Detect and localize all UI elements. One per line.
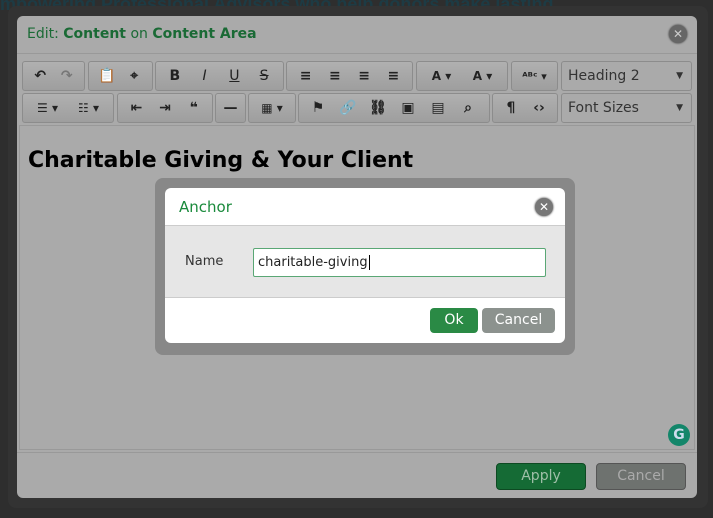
font-size-select[interactable]: Font Sizes ▼ — [561, 93, 692, 123]
text-color-button[interactable]: A ▾ — [421, 69, 462, 83]
show-blocks-button[interactable]: ¶ — [497, 100, 525, 116]
title-on: on — [126, 26, 153, 42]
paste-text-button[interactable]: 📋 — [93, 68, 121, 84]
align-center-button[interactable]: ≡ — [320, 68, 349, 84]
apply-button[interactable]: Apply — [496, 463, 586, 490]
indent-group: ⇤ ⇥ ❝ — [117, 93, 213, 123]
format-select-value: Heading 2 — [568, 68, 640, 84]
anchor-dialog: Anchor ✕ Name charitable-giving Ok Cance… — [165, 188, 565, 343]
bold-button[interactable]: B — [160, 68, 190, 84]
toolbar-row-1: ↶ ↷ 📋 ⌖ B I U S ≡ ≡ ≡ ≡ A ▾ A ▾ ᴬᴮᶜ ▾ He… — [21, 61, 693, 91]
view-group: ¶ ‹› — [492, 93, 558, 123]
title-area: Content Area — [152, 26, 257, 42]
table-button[interactable]: ▦ ▾ — [253, 101, 291, 115]
anchor-dialog-body: Name charitable-giving — [165, 226, 565, 298]
align-left-button[interactable]: ≡ — [291, 68, 320, 84]
color-group: A ▾ A ▾ — [416, 61, 508, 91]
cancel-button[interactable]: Cancel — [596, 463, 686, 490]
spellcheck-button[interactable]: ᴬᴮᶜ ▾ — [516, 70, 553, 83]
spellcheck-group: ᴬᴮᶜ ▾ — [511, 61, 558, 91]
dialog-title: Edit: Content on Content Area — [17, 16, 697, 54]
chevron-down-icon: ▼ — [676, 103, 683, 113]
bullet-list-button[interactable]: ☰ ▾ — [27, 101, 68, 115]
anchor-cancel-button[interactable]: Cancel — [482, 308, 555, 333]
text-cursor — [368, 255, 370, 270]
font-size-select-value: Font Sizes — [568, 100, 639, 116]
numbered-list-button[interactable]: ☷ ▾ — [68, 101, 109, 115]
source-code-button[interactable]: ‹› — [525, 100, 553, 116]
background-color-button[interactable]: A ▾ — [462, 69, 503, 83]
media-button[interactable]: ▤ — [423, 100, 453, 116]
table-group: ▦ ▾ — [248, 93, 296, 123]
redo-button[interactable]: ↷ — [54, 68, 81, 84]
title-prefix: Edit: — [27, 26, 64, 42]
clipboard-group: 📋 ⌖ — [88, 61, 153, 91]
ok-button[interactable]: Ok — [430, 308, 478, 333]
unlink-button[interactable]: ⛓ — [363, 100, 393, 116]
title-content: Content — [63, 26, 126, 42]
align-group: ≡ ≡ ≡ ≡ — [286, 61, 413, 91]
outdent-button[interactable]: ⇤ — [122, 100, 151, 116]
format-select[interactable]: Heading 2 ▼ — [561, 61, 692, 91]
anchor-name-input[interactable]: charitable-giving — [253, 248, 546, 277]
align-right-button[interactable]: ≡ — [350, 68, 379, 84]
image-button[interactable]: ▣ — [393, 100, 423, 116]
anchor-name-value: charitable-giving — [258, 255, 368, 270]
content-heading: Charitable Giving & Your Client — [28, 148, 414, 173]
find-replace-button[interactable]: ⌖ — [121, 68, 149, 84]
anchor-button[interactable]: ⚑ — [303, 100, 333, 116]
toolbar-row-2: ☰ ▾ ☷ ▾ ⇤ ⇥ ❝ — ▦ ▾ ⚑ 🔗 ⛓ ▣ ▤ ⌕ ¶ ‹› Fon… — [21, 93, 693, 123]
dialog-close-icon[interactable]: ✕ — [669, 25, 687, 43]
insert-group: ⚑ 🔗 ⛓ ▣ ▤ ⌕ — [298, 93, 490, 123]
grammarly-icon[interactable]: G — [668, 424, 690, 446]
hr-group: — — [215, 93, 246, 123]
anchor-dialog-title: Anchor — [165, 188, 565, 226]
blockquote-button[interactable]: ❝ — [179, 100, 208, 116]
chevron-down-icon: ▼ — [676, 71, 683, 81]
style-group: B I U S — [155, 61, 284, 91]
horizontal-rule-button[interactable]: — — [216, 100, 245, 116]
dialog-footer: Apply Cancel — [17, 452, 697, 498]
justify-button[interactable]: ≡ — [379, 68, 408, 84]
name-label: Name — [185, 254, 224, 269]
strikethrough-button[interactable]: S — [249, 68, 279, 84]
history-group: ↶ ↷ — [22, 61, 85, 91]
link-button[interactable]: 🔗 — [333, 100, 363, 116]
anchor-close-icon[interactable]: ✕ — [535, 198, 553, 216]
italic-button[interactable]: I — [190, 68, 220, 84]
underline-button[interactable]: U — [220, 68, 250, 84]
undo-button[interactable]: ↶ — [27, 68, 54, 84]
list-group: ☰ ▾ ☷ ▾ — [22, 93, 114, 123]
preview-button[interactable]: ⌕ — [453, 100, 483, 116]
indent-button[interactable]: ⇥ — [151, 100, 180, 116]
